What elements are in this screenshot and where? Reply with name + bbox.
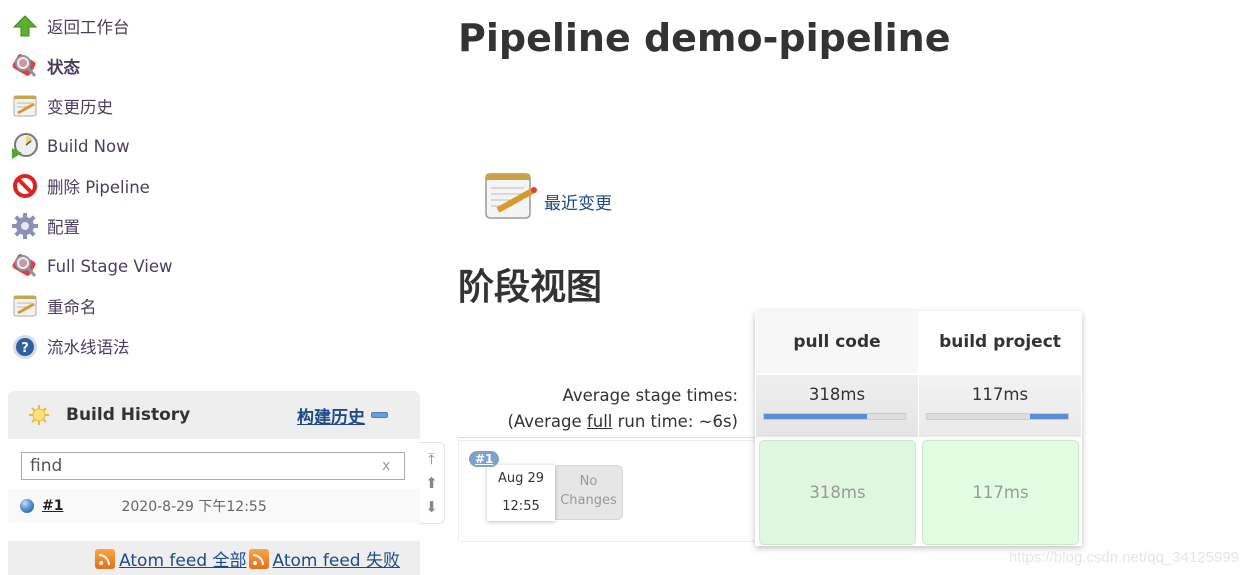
avg-full-prefix: (Average <box>507 412 587 431</box>
sidebar-item-configure[interactable]: 配置 <box>10 206 173 246</box>
build-date: 2020-8-29 下午12:55 <box>121 499 267 515</box>
stage-column: build project 117ms 117ms <box>919 311 1081 546</box>
stage-view-title: 阶段视图 <box>458 267 603 308</box>
stage-cell-success[interactable]: 117ms <box>922 440 1079 545</box>
stage-view-table: pull code 318ms 318ms build project 117m… <box>755 311 1082 546</box>
rss-icon <box>95 548 116 569</box>
svg-text:?: ? <box>21 341 29 356</box>
run-changes[interactable]: No Changes <box>555 465 623 520</box>
build-number-link[interactable]: #1 <box>42 498 63 514</box>
scroll-down-icon[interactable]: ⬇ <box>425 499 438 515</box>
sidebar-item-label: Build Now <box>47 136 130 156</box>
notepad-icon <box>482 168 538 228</box>
collapse-icon[interactable] <box>371 412 388 418</box>
run-row-header: #1 Aug 29 12:55 No Changes <box>458 440 756 542</box>
history-scroll-nav: ⤒ ⬆ ⬇ <box>419 442 445 524</box>
no-entry-icon <box>10 171 40 201</box>
sidebar-item-delete-pipeline[interactable]: 删除 Pipeline <box>10 166 173 206</box>
notepad-icon <box>10 91 40 121</box>
build-history-panel: Build History 构建历史 x #1 2020-8-29 下午12:5… <box>8 391 420 575</box>
build-history-header: Build History 构建历史 <box>8 391 420 439</box>
atom-feed-failed-link[interactable]: Atom feed 失败 <box>273 546 400 571</box>
stage-average-value: 117ms <box>971 385 1029 404</box>
build-search-box: x <box>21 452 405 480</box>
changes-line2: Changes <box>560 493 617 508</box>
sidebar-item-back-dashboard[interactable]: 返回工作台 <box>10 6 173 46</box>
stage-cell-success[interactable]: 318ms <box>759 440 916 545</box>
average-stage-times-label: Average stage times: (Average full run t… <box>458 374 756 438</box>
recent-changes: 最近变更 <box>482 168 612 228</box>
stage-column: pull code 318ms 318ms <box>756 311 918 546</box>
run-date-time: 12:55 <box>502 499 540 514</box>
stage-progress-bar <box>926 413 1069 420</box>
run-date: Aug 29 12:55 <box>487 465 555 521</box>
build-row: #1 2020-8-29 下午12:55 <box>8 489 420 523</box>
page-title: Pipeline demo-pipeline <box>458 16 951 60</box>
sidebar-tasks: 返回工作台 状态 变更历史 Build Now 删除 Pipeline 配置 F… <box>10 6 173 366</box>
sidebar-item-build-now[interactable]: Build Now <box>10 126 173 166</box>
stage-header: build project <box>919 311 1081 373</box>
sidebar-item-label: 返回工作台 <box>47 18 130 37</box>
magnifier-icon <box>10 251 40 281</box>
scroll-up-icon[interactable]: ⬆ <box>425 475 438 491</box>
avg-full-run: (Average full run time: ~6s) <box>458 409 738 435</box>
sidebar-item-label: 删除 Pipeline <box>47 178 150 197</box>
run-badge[interactable]: #1 <box>469 451 500 467</box>
help-icon: ? <box>10 331 40 361</box>
sidebar-item-label: 状态 <box>47 58 80 77</box>
sidebar-item-label: 配置 <box>47 218 80 237</box>
magnifier-icon <box>10 51 40 81</box>
changes-line1: No <box>579 474 598 489</box>
rss-icon <box>248 548 269 569</box>
scroll-top-icon[interactable]: ⤒ <box>428 451 435 467</box>
sidebar-item-changes[interactable]: 变更历史 <box>10 86 173 126</box>
clear-search-button[interactable]: x <box>382 458 398 474</box>
atom-feeds: Atom feed 全部 Atom feed 失败 <box>95 546 402 571</box>
recent-changes-link[interactable]: 最近变更 <box>544 189 612 214</box>
notepad-icon <box>10 291 40 321</box>
sidebar-item-status[interactable]: 状态 <box>10 46 173 86</box>
up-arrow-icon <box>10 11 40 41</box>
avg-label: Average stage times: <box>562 386 738 405</box>
build-history-body: x #1 2020-8-29 下午12:55 <box>8 439 420 541</box>
stage-average: 318ms <box>756 375 918 437</box>
sidebar-item-label: 重命名 <box>47 298 97 317</box>
stage-progress-fill <box>764 414 867 419</box>
avg-full-link[interactable]: full <box>587 412 612 431</box>
avg-full-suffix: run time: ~6s) <box>612 412 738 431</box>
gear-icon <box>10 211 40 241</box>
run-date-day: Aug 29 <box>497 471 545 486</box>
build-history-link[interactable]: 构建历史 <box>297 403 365 428</box>
sidebar-item-full-stage-view[interactable]: Full Stage View <box>10 246 173 286</box>
atom-feed-all-link[interactable]: Atom feed 全部 <box>119 546 246 571</box>
sidebar-item-rename[interactable]: 重命名 <box>10 286 173 326</box>
sidebar-item-label: Full Stage View <box>47 256 173 276</box>
stage-progress-bar <box>763 413 906 420</box>
build-search-input[interactable] <box>22 455 382 477</box>
sidebar-item-label: 流水线语法 <box>47 338 130 357</box>
stage-average-value: 318ms <box>808 385 866 404</box>
sun-icon <box>28 404 50 426</box>
sidebar-item-label: 变更历史 <box>47 98 113 117</box>
stage-header: pull code <box>756 311 918 373</box>
sidebar-item-pipeline-syntax[interactable]: ? 流水线语法 <box>10 326 173 366</box>
watermark: https://blog.csdn.net/qq_34125999 <box>1008 549 1239 566</box>
build-history-title: Build History <box>66 405 191 425</box>
build-status-ball-icon <box>20 499 34 513</box>
stage-progress-fill <box>1029 414 1068 419</box>
clock-play-icon <box>10 131 40 161</box>
stage-average: 117ms <box>919 375 1081 437</box>
